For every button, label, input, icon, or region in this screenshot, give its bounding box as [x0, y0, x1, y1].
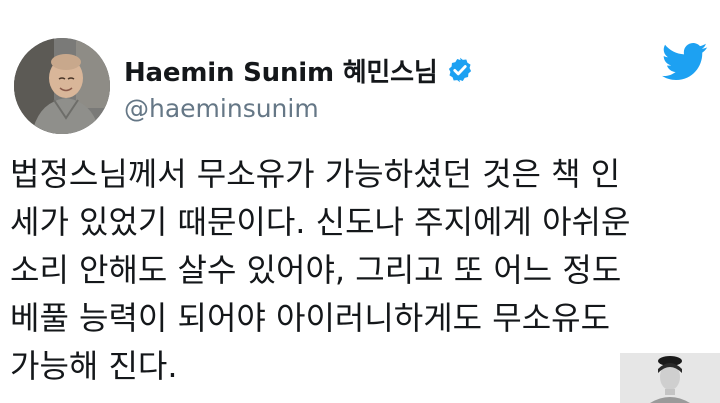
tweet-text-line: 법정스님께서 무소유가 가능하셨던 것은 책 인	[10, 155, 621, 193]
tweet-card: Haemin Sunim 혜민스님 @haeminsunim 법정스님께서 무소…	[0, 0, 720, 403]
verified-badge-icon	[448, 57, 471, 83]
avatar[interactable]	[14, 38, 110, 134]
author-display-name[interactable]: Haemin Sunim 혜민스님	[124, 52, 438, 89]
tweet-header: Haemin Sunim 혜민스님 @haeminsunim	[124, 50, 604, 123]
tweet-text: 법정스님께서 무소유가 가능하셨던 것은 책 인 세가 있었기 때문이다. 신도…	[10, 150, 710, 390]
portrait-thumbnail	[620, 353, 720, 403]
monk-portrait-avatar	[14, 38, 110, 134]
tweet-text-line: 소리 안해도 살수 있어야, 그리고 또 어느 정도	[10, 251, 622, 289]
tweet-text-line: 베풀 능력이 되어야 아이러니하게도 무소유도	[10, 299, 611, 337]
author-name-row: Haemin Sunim 혜민스님	[124, 50, 604, 90]
tweet-text-line: 가능해 진다.	[10, 347, 178, 385]
twitter-bird-icon[interactable]	[662, 42, 708, 82]
corner-thumbnail-image	[620, 353, 720, 403]
tweet-text-line: 세가 있었기 때문이다. 신도나 주지에게 아쉬운	[10, 203, 631, 241]
author-handle[interactable]: @haeminsunim	[124, 94, 604, 123]
